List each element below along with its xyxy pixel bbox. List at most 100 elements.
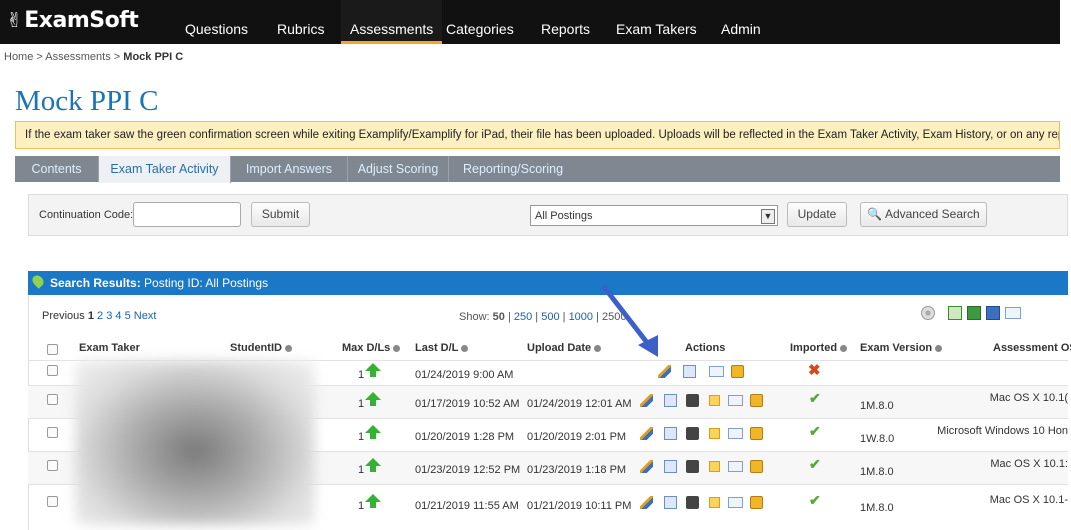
nav-questions[interactable]: Questions bbox=[185, 0, 248, 44]
annotation-arrow bbox=[601, 284, 658, 357]
sort-icon bbox=[840, 344, 848, 352]
tab-import-answers[interactable]: Import Answers bbox=[231, 156, 348, 182]
breadcrumb-assessments[interactable]: Assessments bbox=[45, 51, 110, 63]
notes-icon[interactable] bbox=[709, 461, 720, 472]
col-actions: Actions bbox=[685, 342, 726, 354]
edit-pencil-icon[interactable] bbox=[640, 460, 653, 473]
email-icon[interactable] bbox=[709, 366, 724, 377]
email-icon[interactable] bbox=[728, 461, 743, 472]
continuation-code-label: Continuation Code: bbox=[39, 209, 134, 221]
nav-rubrics[interactable]: Rubrics bbox=[277, 0, 324, 44]
exam-version-value: 1M.8.0 bbox=[860, 466, 894, 478]
email-icon[interactable] bbox=[728, 428, 743, 439]
lock-icon[interactable] bbox=[750, 427, 763, 440]
row-checkbox[interactable] bbox=[47, 460, 58, 471]
view-grid-icon[interactable] bbox=[664, 496, 677, 509]
max-dls-value: 1 bbox=[358, 369, 365, 381]
pager-page-5[interactable]: 5 bbox=[125, 310, 131, 322]
postings-select[interactable]: All Postings ▼ bbox=[530, 205, 778, 226]
row-checkbox[interactable] bbox=[47, 394, 58, 405]
notes-icon[interactable] bbox=[709, 428, 720, 439]
show-50[interactable]: 50 bbox=[493, 311, 505, 323]
exam-version-value: 1M.8.0 bbox=[860, 400, 894, 412]
assessment-os-value: Mac OS X 10.1( bbox=[989, 392, 1068, 404]
lock-icon[interactable] bbox=[750, 460, 763, 473]
download-arrow-icon[interactable] bbox=[365, 458, 381, 466]
row-checkbox[interactable] bbox=[47, 365, 58, 376]
col-student-id[interactable]: StudentID bbox=[230, 342, 292, 354]
email-icon[interactable] bbox=[1005, 307, 1021, 319]
lock-icon[interactable] bbox=[750, 496, 763, 509]
sort-icon bbox=[935, 344, 943, 352]
pager-page-4[interactable]: 4 bbox=[115, 310, 121, 322]
advanced-search-button[interactable]: 🔍 Advanced Search bbox=[860, 202, 987, 227]
edit-pencil-icon[interactable] bbox=[640, 427, 653, 440]
camera-icon[interactable] bbox=[686, 496, 699, 509]
lock-icon[interactable] bbox=[750, 394, 763, 407]
last-dl-value: 01/20/2019 1:28 PM bbox=[415, 431, 515, 443]
col-exam-version[interactable]: Exam Version bbox=[860, 342, 943, 354]
col-assessment-os[interactable]: Assessment OS bbox=[993, 342, 1071, 354]
nav-categories[interactable]: Categories bbox=[446, 0, 514, 44]
show-250[interactable]: 250 bbox=[514, 311, 532, 323]
last-dl-value: 01/21/2019 11:55 AM bbox=[415, 500, 519, 512]
view-grid-icon[interactable] bbox=[664, 427, 677, 440]
gear-icon[interactable] bbox=[921, 306, 935, 320]
update-button[interactable]: Update bbox=[787, 202, 847, 227]
edit-pencil-icon[interactable] bbox=[640, 394, 653, 407]
download-arrow-icon[interactable] bbox=[365, 425, 381, 433]
export-excel-icon[interactable] bbox=[967, 306, 981, 320]
col-max-dls[interactable]: Max D/Ls bbox=[342, 342, 401, 354]
tab-reporting-scoring[interactable]: Reporting/Scoring bbox=[449, 156, 577, 182]
row-checkbox[interactable] bbox=[47, 427, 58, 438]
continuation-code-input[interactable] bbox=[133, 202, 241, 227]
logo-mark-icon: ✌ bbox=[6, 8, 23, 32]
submit-button[interactable]: Submit bbox=[251, 202, 310, 227]
nav-assessments[interactable]: Assessments bbox=[341, 0, 443, 44]
email-icon[interactable] bbox=[728, 395, 743, 406]
download-arrow-icon[interactable] bbox=[365, 392, 381, 400]
col-last-dl[interactable]: Last D/L bbox=[415, 342, 469, 354]
camera-icon[interactable] bbox=[686, 394, 699, 407]
download-arrow-icon[interactable] bbox=[365, 494, 381, 502]
email-icon[interactable] bbox=[728, 497, 743, 508]
nav-reports[interactable]: Reports bbox=[541, 0, 590, 44]
view-grid-icon[interactable] bbox=[664, 460, 677, 473]
notes-icon[interactable] bbox=[709, 497, 720, 508]
col-exam-taker[interactable]: Exam Taker bbox=[79, 342, 140, 354]
export-csv-icon[interactable] bbox=[948, 306, 962, 320]
pager-page-3[interactable]: 3 bbox=[106, 310, 112, 322]
lock-icon[interactable] bbox=[731, 365, 744, 378]
camera-icon[interactable] bbox=[686, 460, 699, 473]
show-500[interactable]: 500 bbox=[541, 311, 559, 323]
camera-icon[interactable] bbox=[686, 427, 699, 440]
max-dls-value: 1 bbox=[358, 500, 365, 512]
select-all-checkbox[interactable] bbox=[47, 344, 58, 355]
edit-pencil-icon[interactable] bbox=[640, 496, 653, 509]
examsoft-logo[interactable]: ✌ExamSoft bbox=[6, 8, 139, 33]
assessment-os-value: Mac OS X 10.1: bbox=[990, 458, 1068, 470]
view-grid-icon[interactable] bbox=[683, 365, 696, 378]
download-arrow-stem bbox=[370, 502, 376, 508]
nav-exam-takers[interactable]: Exam Takers bbox=[616, 0, 697, 44]
sort-icon bbox=[393, 344, 401, 352]
show-1000[interactable]: 1000 bbox=[569, 311, 593, 323]
pager-previous[interactable]: Previous bbox=[42, 310, 85, 322]
row-checkbox[interactable] bbox=[47, 496, 58, 507]
pager-page-2[interactable]: 2 bbox=[97, 310, 103, 322]
export-word-icon[interactable] bbox=[986, 306, 1000, 320]
notes-icon[interactable] bbox=[709, 395, 720, 406]
pager-next[interactable]: Next bbox=[134, 310, 157, 322]
col-upload-date[interactable]: Upload Date bbox=[527, 342, 602, 354]
breadcrumb-home[interactable]: Home bbox=[4, 51, 33, 63]
pager-page-1[interactable]: 1 bbox=[88, 310, 94, 322]
not-imported-icon: ✖ bbox=[808, 362, 821, 379]
tab-exam-taker-activity[interactable]: Exam Taker Activity bbox=[99, 156, 231, 183]
tab-adjust-scoring[interactable]: Adjust Scoring bbox=[348, 156, 449, 182]
edit-pencil-icon[interactable] bbox=[658, 365, 671, 378]
tab-contents[interactable]: Contents bbox=[15, 156, 99, 182]
nav-admin[interactable]: Admin bbox=[721, 0, 761, 44]
view-grid-icon[interactable] bbox=[664, 394, 677, 407]
download-arrow-icon[interactable] bbox=[365, 363, 381, 371]
col-imported[interactable]: Imported bbox=[790, 342, 848, 354]
